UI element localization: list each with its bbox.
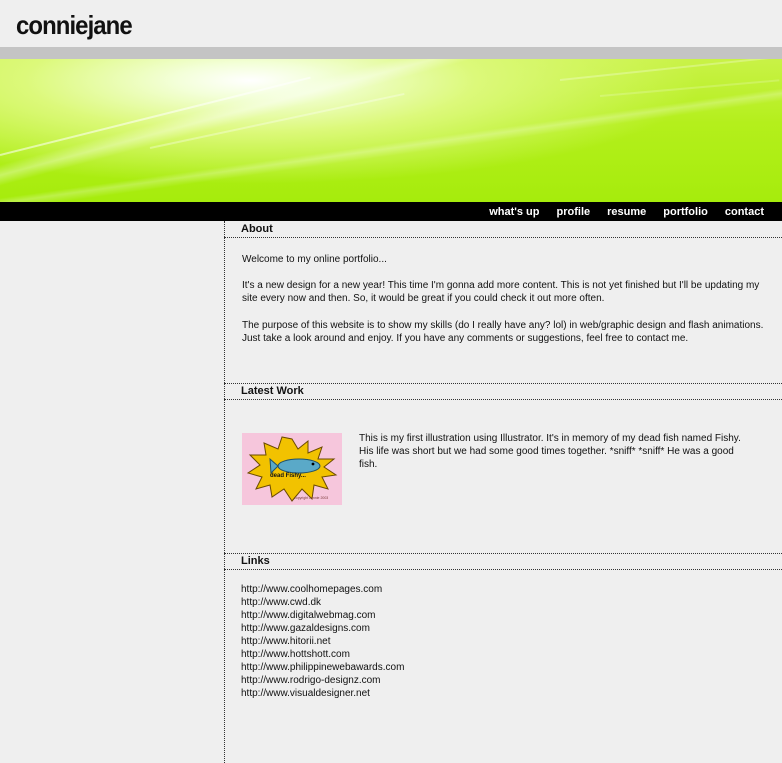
- sidebar-divider: [224, 221, 225, 763]
- about-paragraph-3: The purpose of this website is to show m…: [242, 320, 764, 344]
- link-rodrigo-designz[interactable]: http://www.rodrigo-designz.com: [241, 674, 404, 687]
- fish-illustration-image: dead Fishy... copyright connie 2003: [246, 436, 338, 502]
- about-title: About: [241, 223, 273, 235]
- link-hottshott[interactable]: http://www.hottshott.com: [241, 648, 404, 661]
- nav-whats-up[interactable]: what's up: [489, 206, 539, 218]
- fish-eye-icon: [311, 462, 315, 466]
- link-coolhomepages[interactable]: http://www.coolhomepages.com: [241, 583, 404, 596]
- latest-work-title: Latest Work: [241, 385, 304, 397]
- dither-strip: [0, 47, 782, 59]
- header-banner: [0, 59, 782, 202]
- about-paragraph-1: Welcome to my online portfolio...: [242, 254, 387, 265]
- fish-copyright: copyright connie 2003: [294, 496, 328, 500]
- fish-icon: [277, 458, 321, 474]
- nav-bar: what's up profile resume portfolio conta…: [0, 202, 782, 221]
- about-heading: About: [224, 222, 782, 238]
- link-digitalwebmag[interactable]: http://www.digitalwebmag.com: [241, 609, 404, 622]
- link-philippinewebawards[interactable]: http://www.philippinewebawards.com: [241, 661, 404, 674]
- latest-work-description: This is my first illustration using Illu…: [359, 433, 741, 470]
- about-paragraph-2: It's a new design for a new year! This t…: [242, 280, 760, 304]
- fish-illustration-thumbnail[interactable]: dead Fishy... copyright connie 2003: [242, 433, 342, 505]
- site-logo[interactable]: conniejane: [16, 10, 133, 41]
- link-gazaldesigns[interactable]: http://www.gazaldesigns.com: [241, 622, 404, 635]
- fish-caption: dead Fishy...: [270, 473, 306, 479]
- nav-contact[interactable]: contact: [725, 206, 764, 218]
- nav-portfolio[interactable]: portfolio: [663, 206, 708, 218]
- link-cwd[interactable]: http://www.cwd.dk: [241, 596, 404, 609]
- nav-profile[interactable]: profile: [557, 206, 591, 218]
- link-hitorii[interactable]: http://www.hitorii.net: [241, 635, 404, 648]
- latest-work-heading: Latest Work: [224, 384, 782, 400]
- links-heading: Links: [224, 554, 782, 570]
- links-title: Links: [241, 555, 270, 567]
- links-list: http://www.coolhomepages.com http://www.…: [241, 583, 404, 700]
- link-visualdesigner[interactable]: http://www.visualdesigner.net: [241, 687, 404, 700]
- nav-resume[interactable]: resume: [607, 206, 646, 218]
